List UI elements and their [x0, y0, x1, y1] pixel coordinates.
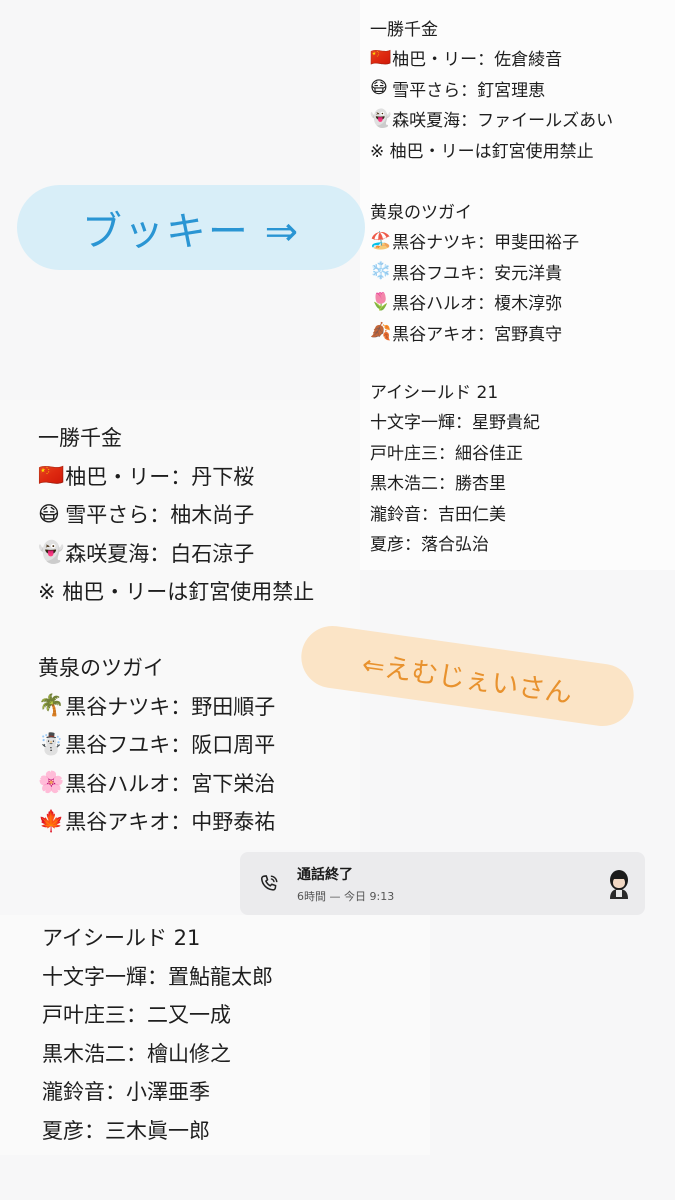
cast-line: ❄️ 黒谷フユキ：安元洋貴	[370, 256, 579, 287]
cherry-blossom-icon: 🌸	[38, 770, 65, 795]
section-title: 一勝千金	[370, 19, 438, 40]
ghost-icon: 👻	[370, 108, 392, 129]
cast-text: 瀧鈴音：小澤亜季	[42, 1080, 210, 1105]
cast-line: 🌴 黒谷ナツキ：野田順子	[38, 687, 275, 726]
cast-text: 黒木浩二：檜山修之	[42, 1041, 231, 1066]
cast-text: 夏彦：三木眞一郎	[42, 1118, 210, 1143]
cast-line: ☃️ 黒谷フユキ：阪口周平	[38, 725, 275, 764]
fallen-leaf-icon: 🍂	[370, 322, 392, 343]
right-section-ishou: 一勝千金 🇨🇳 柚巴・リー：佐倉綾音 😷 雪平さら：釘宮理恵 👻 森咲夏海：ファイール…	[370, 12, 613, 165]
bukki-label-bubble: ブッキー ⇒	[17, 185, 365, 270]
cast-line: 🍁 黒谷アキオ：中野泰祐	[38, 802, 275, 841]
right-section-eyeshield: アイシールド 21 十文字一輝：星野貴紀 戸叶庄三：細谷佳正 黒木浩二：勝杏里 …	[370, 375, 540, 558]
cast-line: 🍂 黒谷アキオ：宮野真守	[370, 317, 579, 348]
call-status-title: 通話終了	[297, 867, 353, 883]
right-section-yomi: 黄泉のツガイ 🏖️ 黒谷ナツキ：甲斐田裕子 ❄️ 黒谷フユキ：安元洋貴 🌷 黒谷ハルオ…	[370, 195, 579, 348]
cast-text: 雪平さら：柚木尚子	[65, 503, 255, 528]
call-duration-text: 6時間 — 今日 9:13	[297, 890, 395, 903]
china-flag-icon: 🇨🇳	[38, 463, 65, 488]
cast-line: 😷 雪平さら：釘宮理恵	[370, 73, 613, 104]
snowflake-icon: ❄️	[370, 261, 392, 282]
cast-text: 黒谷アキオ：中野泰祐	[65, 810, 276, 835]
china-flag-icon: 🇨🇳	[370, 47, 392, 68]
snowman-icon: ☃️	[38, 731, 65, 756]
cast-line: 🌷 黒谷ハルオ：榎木淳弥	[370, 287, 579, 318]
beach-icon: 🏖️	[370, 230, 392, 251]
section-title: 一勝千金	[38, 426, 122, 451]
note-text: ※ 柚巴・リーは釘宮使用禁止	[370, 141, 594, 162]
section-title: アイシールド 21	[370, 382, 499, 403]
cast-text: 黒谷ハルオ：榎木淳弥	[392, 294, 563, 315]
note-text: ※ 柚巴・リーは釘宮使用禁止	[38, 580, 315, 605]
cast-text: 黒谷フユキ：安元洋貴	[392, 263, 563, 284]
left-section-yomi: 黄泉のツガイ 🌴 黒谷ナツキ：野田順子 ☃️ 黒谷フユキ：阪口周平 🌸 黒谷ハルオ：宮…	[38, 648, 275, 841]
cast-line: 😷 雪平さら：柚木尚子	[38, 495, 314, 534]
left-section-eyeshield: アイシールド 21 十文字一輝：置鮎龍太郎 戸叶庄三：二又一成 黒木浩二：檜山修…	[42, 918, 273, 1149]
cast-text: 柚巴・リー：丹下桜	[65, 464, 255, 489]
phone-icon	[260, 875, 278, 891]
section-title: アイシールド 21	[42, 926, 201, 951]
cast-line: 🇨🇳 柚巴・リー：丹下桜	[38, 457, 314, 496]
cast-text: 森咲夏海：ファイールズあい	[392, 111, 614, 132]
cast-text: 戸叶庄三：細谷佳正	[370, 443, 523, 464]
palm-tree-icon: 🌴	[38, 693, 65, 718]
cast-line: 👻 森咲夏海：白石涼子	[38, 534, 314, 573]
tulip-icon: 🌷	[370, 291, 392, 312]
cast-text: 十文字一輝：星野貴紀	[370, 413, 540, 434]
section-title: 黄泉のツガイ	[370, 202, 472, 223]
mask-face-icon: 😷	[370, 78, 388, 99]
cast-text: 黒谷アキオ：宮野真守	[392, 324, 563, 345]
ghost-icon: 👻	[38, 540, 65, 565]
call-ended-card[interactable]: 通話終了 6時間 — 今日 9:13	[240, 852, 645, 915]
cast-text: 黒谷ナツキ：甲斐田裕子	[392, 233, 580, 254]
cast-text: 瀧鈴音：吉田仁美	[370, 504, 506, 525]
cast-line: 🌸 黒谷ハルオ：宮下栄治	[38, 764, 275, 803]
cast-text: 戸叶庄三：二又一成	[42, 1003, 231, 1028]
cast-line: 👻 森咲夏海：ファイールズあい	[370, 104, 613, 135]
cast-text: 柚巴・リー：佐倉綾音	[392, 50, 563, 71]
cast-text: 黒谷ハルオ：宮下栄治	[65, 771, 276, 796]
cast-text: 夏彦：落合弘治	[370, 535, 489, 556]
section-title: 黄泉のツガイ	[38, 656, 164, 681]
cast-text: 雪平さら：釘宮理恵	[392, 80, 546, 101]
cast-text: 森咲夏海：白石涼子	[65, 541, 255, 566]
cast-text: 十文字一輝：置鮎龍太郎	[42, 964, 273, 989]
cast-line: 🏖️ 黒谷ナツキ：甲斐田裕子	[370, 226, 579, 257]
maple-leaf-icon: 🍁	[38, 808, 65, 833]
cast-text: 黒谷ナツキ：野田順子	[65, 694, 276, 719]
cast-line: 🇨🇳 柚巴・リー：佐倉綾音	[370, 43, 613, 74]
left-section-ishou: 一勝千金 🇨🇳 柚巴・リー：丹下桜 😷 雪平さら：柚木尚子 👻 森咲夏海：白石涼子 ※…	[38, 418, 314, 611]
cast-text: 黒木浩二：勝杏里	[370, 474, 506, 495]
cast-text: 黒谷フユキ：阪口周平	[65, 733, 276, 758]
avatar-icon	[610, 870, 628, 899]
mask-face-icon: 😷	[38, 502, 60, 527]
